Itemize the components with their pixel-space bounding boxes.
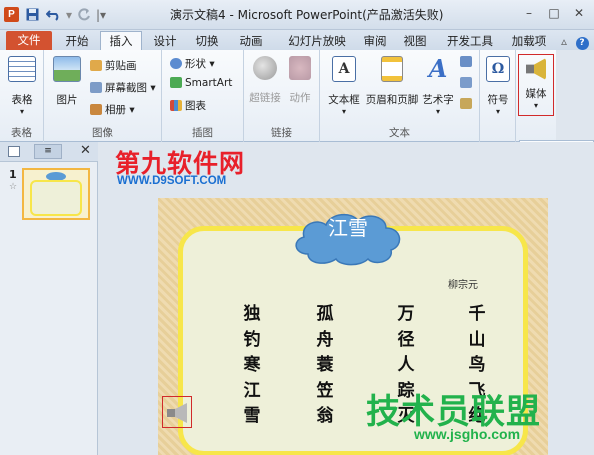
- group-tables: 表格 ▾ 表格: [0, 50, 44, 142]
- chart-icon: [170, 100, 182, 111]
- tab-developer[interactable]: 开发工具: [442, 32, 498, 50]
- ribbon-tabs: 文件 开始 插入 设计 切换 动画 幻灯片放映 审阅 视图 开发工具 加载项 ▵…: [0, 30, 594, 51]
- group-label-tables: 表格: [11, 127, 32, 139]
- minimize-button[interactable]: –: [517, 4, 541, 22]
- table-button[interactable]: 表格 ▾: [5, 56, 39, 116]
- clipart-button[interactable]: 剪贴画: [90, 58, 137, 73]
- close-button[interactable]: ✕: [567, 4, 591, 22]
- tab-design[interactable]: 设计: [146, 32, 184, 50]
- tab-home[interactable]: 开始: [58, 32, 96, 50]
- save-icon[interactable]: [26, 8, 39, 24]
- header-footer-icon: [381, 56, 403, 82]
- textbox-icon: A: [332, 56, 356, 82]
- pane-tabs: ≡ ✕: [0, 142, 98, 162]
- symbol-button[interactable]: Ω 符号 ▾: [482, 56, 514, 116]
- slides-pane: ≡ ✕ 1 ☆: [0, 142, 98, 455]
- object-icon[interactable]: [460, 98, 475, 110]
- slides-tab-icon[interactable]: [8, 146, 20, 157]
- watermark-d9soft-url: WWW.D9SOFT.COM: [117, 175, 227, 187]
- album-icon: [90, 104, 102, 115]
- window-title: 演示文稿4 - Microsoft PowerPoint(产品激活失败): [170, 8, 444, 22]
- group-links: 超链接 动作 链接: [244, 50, 320, 142]
- screenshot-button[interactable]: 屏幕截图 ▾: [90, 80, 156, 95]
- slide-number-icon[interactable]: [460, 77, 475, 89]
- poem-author: 柳宗元: [448, 280, 478, 291]
- tab-addins[interactable]: 加载项: [508, 32, 550, 50]
- thumbnail-frame: [30, 180, 82, 216]
- ribbon-insert: 表格 ▾ 表格 图片 剪贴画 屏幕截图 ▾ 相册 ▾ 图像 形状 ▾ Smart…: [0, 50, 520, 142]
- slide-title: 江雪: [328, 216, 368, 240]
- photo-album-button[interactable]: 相册 ▾: [90, 102, 135, 117]
- omega-icon: Ω: [486, 56, 510, 82]
- customize-qat-icon[interactable]: |▾: [96, 8, 106, 22]
- watermark-jsgho-url: www.jsgho.com: [414, 426, 521, 442]
- group-label-images: 图像: [92, 127, 113, 139]
- undo-icon[interactable]: [45, 8, 62, 24]
- picture-button[interactable]: 图片: [50, 56, 84, 107]
- wordart-icon: A: [428, 54, 448, 83]
- maximize-button[interactable]: □: [542, 4, 566, 22]
- screenshot-icon: [90, 82, 102, 93]
- shapes-button[interactable]: 形状 ▾: [170, 56, 215, 71]
- tab-transitions[interactable]: 切换: [188, 32, 226, 50]
- slide-number: 1: [9, 168, 17, 181]
- group-label-illustrations: 插图: [192, 127, 213, 139]
- tab-review[interactable]: 审阅: [356, 32, 394, 50]
- smartart-button[interactable]: SmartArt: [170, 77, 232, 89]
- close-pane-icon[interactable]: ✕: [80, 143, 91, 158]
- redo-icon[interactable]: [78, 8, 91, 24]
- tab-insert[interactable]: 插入: [100, 31, 142, 51]
- date-time-icon[interactable]: [460, 56, 475, 68]
- help-icon[interactable]: ?: [574, 32, 590, 50]
- action-icon: [289, 56, 311, 80]
- action-button[interactable]: 动作: [284, 56, 316, 105]
- tab-view[interactable]: 视图: [396, 32, 434, 50]
- media-button[interactable]: 媒体 ▾: [521, 58, 551, 110]
- group-images: 图片 剪贴画 屏幕截图 ▾ 相册 ▾ 图像: [44, 50, 162, 142]
- transition-star-icon: ☆: [9, 182, 18, 192]
- smartart-icon: [170, 77, 182, 88]
- slide-thumbnail[interactable]: [22, 168, 90, 220]
- poem-column-3: 孤舟蓑笠翁: [316, 304, 334, 426]
- tab-animations[interactable]: 动画: [230, 32, 272, 50]
- minimize-ribbon-icon[interactable]: ▵: [558, 32, 570, 50]
- hyperlink-button[interactable]: 超链接: [246, 56, 284, 105]
- title-bar: P ▾ |▾ 演示文稿4 - Microsoft PowerPoint(产品激活…: [0, 0, 594, 30]
- tab-slideshow[interactable]: 幻灯片放映: [278, 32, 356, 50]
- picture-icon: [53, 56, 81, 82]
- group-text: A 文本框 ▾ 页眉和页脚 A 艺术字 ▾ 文本: [320, 50, 480, 142]
- hyperlink-icon: [253, 56, 277, 80]
- group-label-links: 链接: [271, 127, 292, 139]
- group-illustrations: 形状 ▾ SmartArt 图表 插图: [162, 50, 244, 142]
- header-footer-button[interactable]: 页眉和页脚: [364, 56, 420, 107]
- table-icon: [8, 56, 36, 82]
- group-symbols: Ω 符号 ▾: [480, 50, 516, 142]
- media-icon: [526, 58, 546, 80]
- clipart-icon: [90, 60, 102, 71]
- shapes-icon: [170, 58, 182, 69]
- undo-dropdown-icon[interactable]: ▾: [66, 8, 72, 22]
- tab-file[interactable]: 文件: [6, 31, 52, 50]
- powerpoint-app-icon[interactable]: P: [4, 7, 19, 22]
- outline-tab-icon[interactable]: ≡: [34, 144, 62, 159]
- chart-button[interactable]: 图表: [170, 98, 206, 113]
- textbox-button[interactable]: A 文本框 ▾: [324, 56, 364, 116]
- poem-column-4: 独钓寒江雪: [243, 304, 261, 426]
- group-label-text: 文本: [389, 127, 410, 139]
- wordart-button[interactable]: A 艺术字 ▾: [420, 54, 456, 117]
- group-media: 媒体 ▾: [516, 50, 556, 142]
